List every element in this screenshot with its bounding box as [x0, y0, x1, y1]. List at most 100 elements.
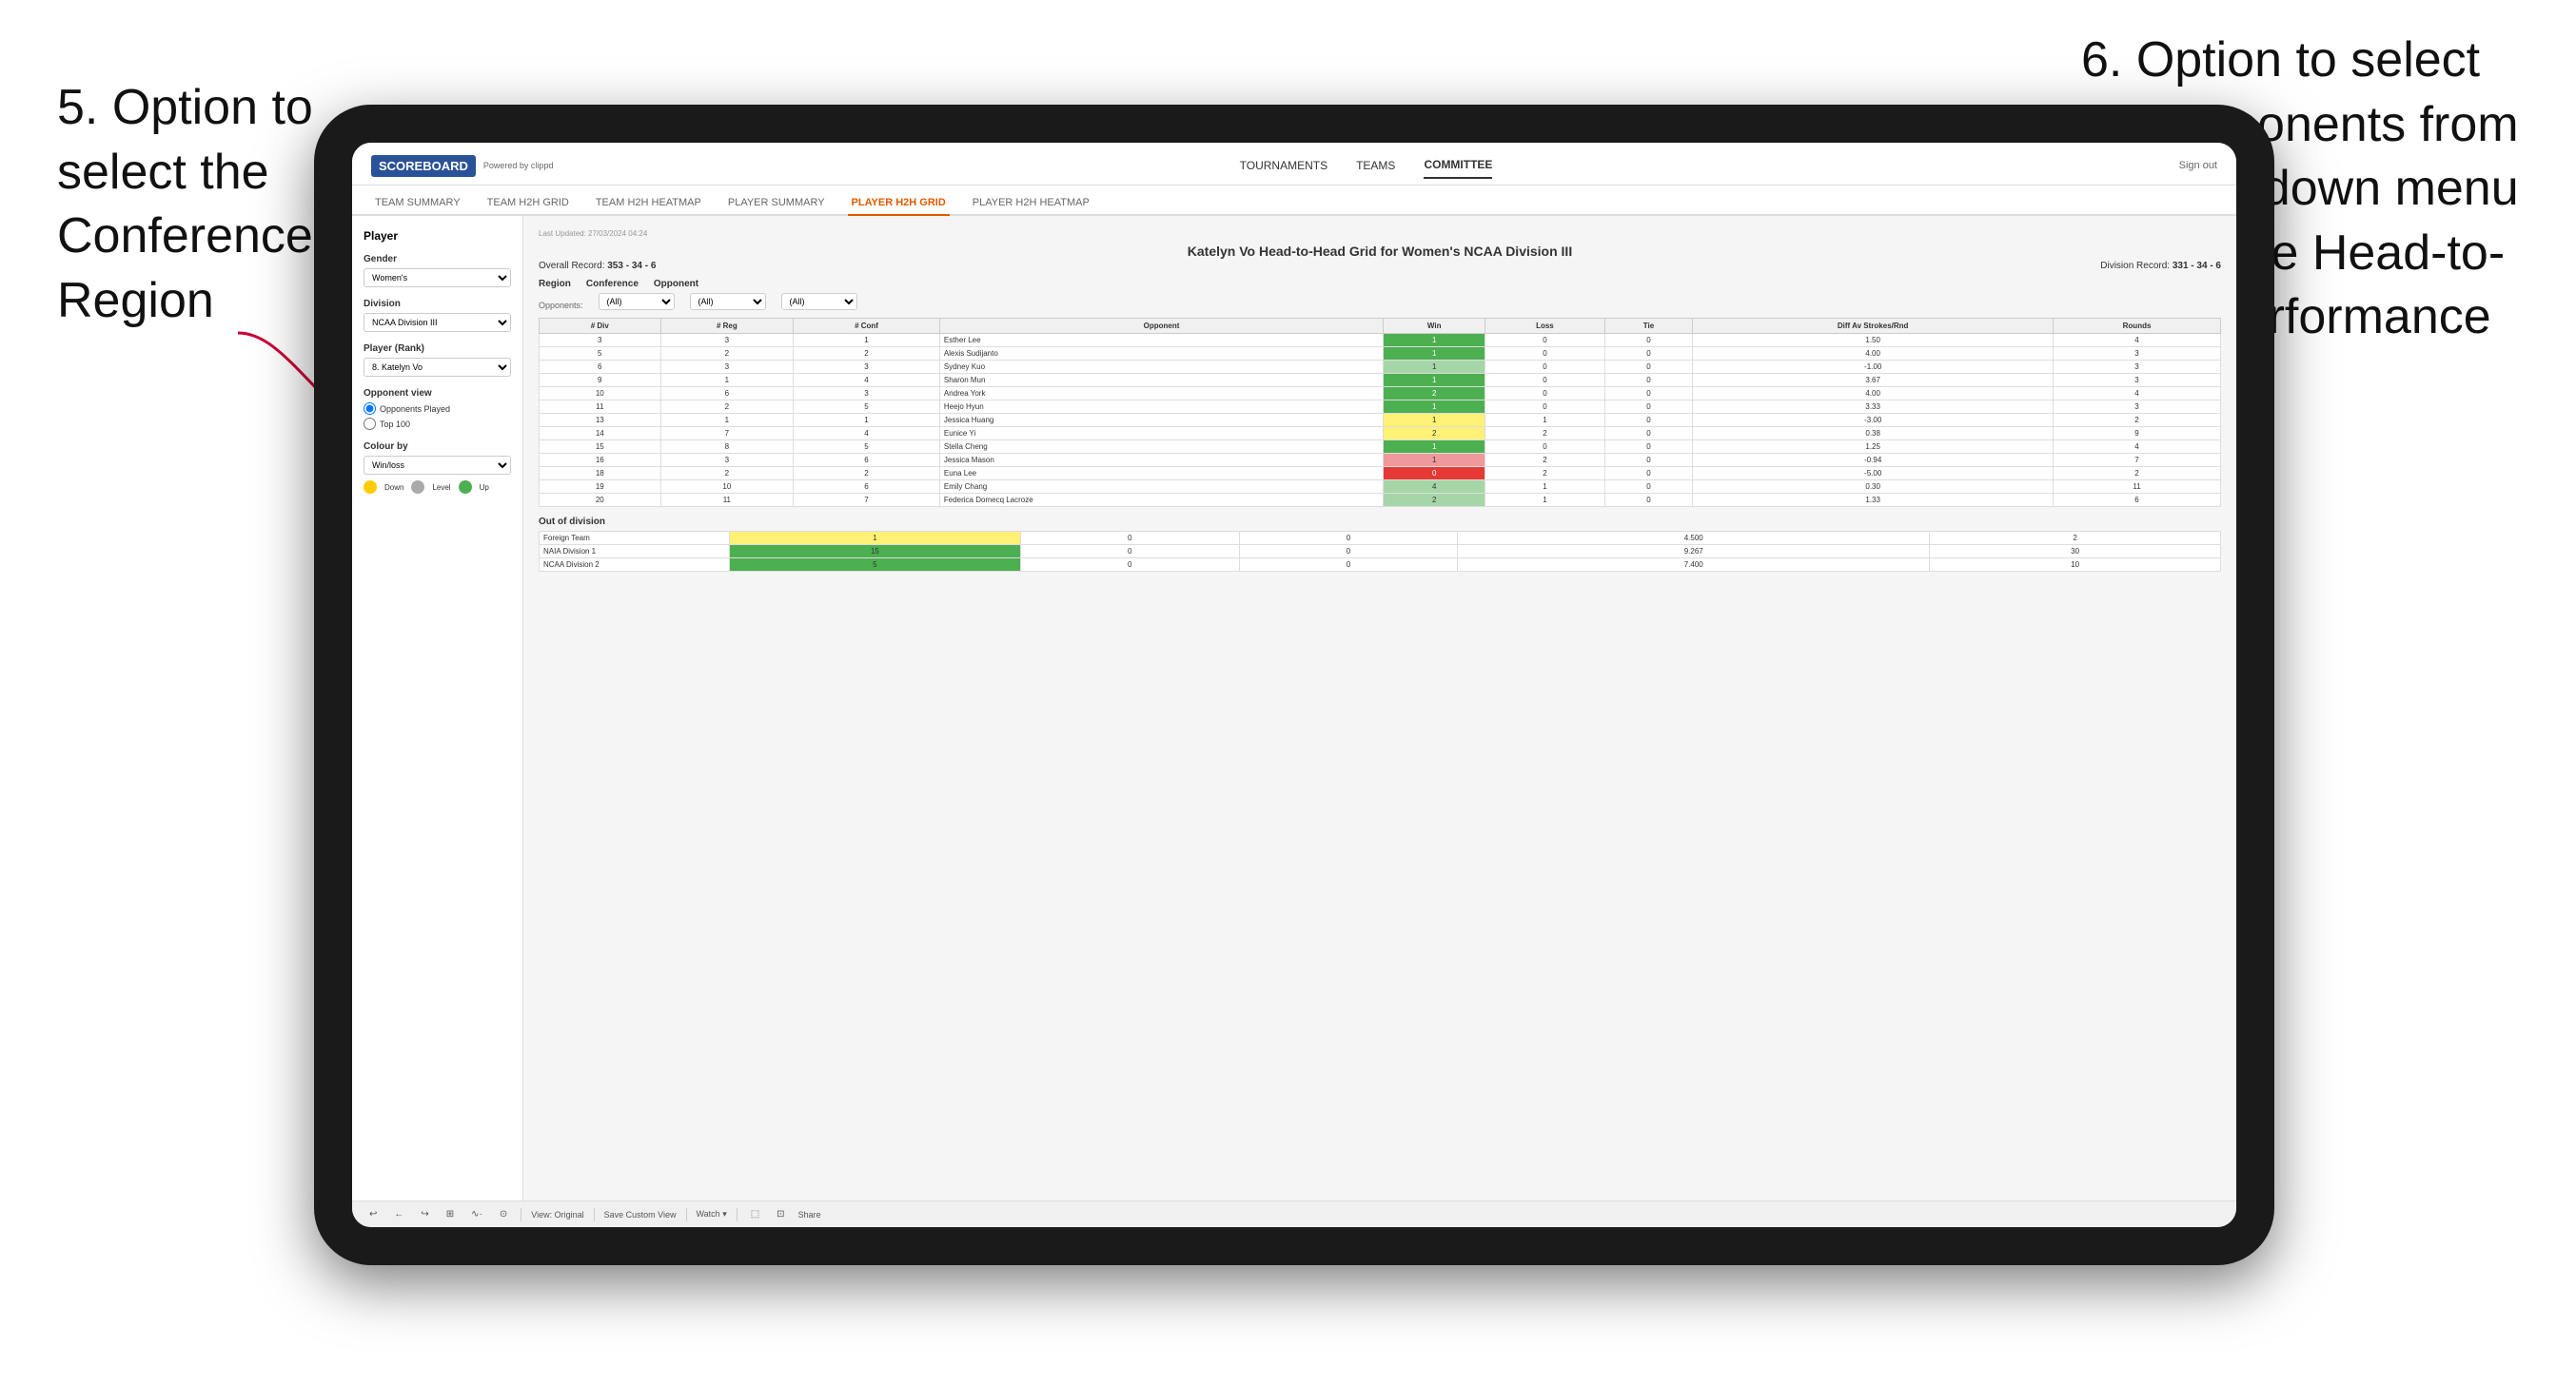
- nav-teams[interactable]: TEAMS: [1356, 153, 1395, 178]
- sub-nav-player-h2h-grid[interactable]: PLAYER H2H GRID: [848, 191, 950, 216]
- cell-rounds: 7: [2054, 454, 2221, 467]
- colour-by-label: Colour by: [364, 441, 511, 452]
- h2h-table: # Div # Reg # Conf Opponent Win Loss Tie…: [539, 318, 2221, 507]
- cell-opponent: Euna Lee: [939, 467, 1383, 480]
- toolbar-grid2[interactable]: ⊡: [773, 1207, 788, 1221]
- cell-loss: 0: [1485, 374, 1604, 387]
- col-tie: Tie: [1604, 319, 1693, 334]
- division-select[interactable]: NCAA Division III: [364, 313, 511, 332]
- toolbar-sep-2: [594, 1208, 595, 1221]
- conference-select[interactable]: (All): [690, 293, 766, 310]
- cell-diff: 3.33: [1693, 400, 2054, 414]
- cell-div: 9: [540, 374, 661, 387]
- toolbar-share[interactable]: Share: [798, 1210, 821, 1220]
- division-record-label: Division Record: 331 - 34 - 6: [2100, 261, 2221, 271]
- toolbar-redo[interactable]: ↪: [417, 1207, 432, 1221]
- cell-diff: 0.30: [1693, 480, 2054, 494]
- down-circle: [364, 480, 377, 494]
- player-rank-label: Player (Rank): [364, 343, 511, 354]
- toolbar-undo[interactable]: ↩: [365, 1207, 381, 1221]
- table-row: 3 3 1 Esther Lee 1 0 0 1.50 4: [540, 334, 2221, 347]
- sub-navigation: TEAM SUMMARY TEAM H2H GRID TEAM H2H HEAT…: [352, 185, 2236, 216]
- sub-nav-player-summary[interactable]: PLAYER SUMMARY: [724, 191, 829, 214]
- cell-diff: 7.400: [1458, 558, 1930, 572]
- col-win: Win: [1384, 319, 1485, 334]
- cell-tie: 0: [1239, 558, 1458, 572]
- cell-tie: 0: [1604, 400, 1693, 414]
- cell-opponent: Jessica Huang: [939, 414, 1383, 427]
- toolbar-sep-3: [686, 1208, 687, 1221]
- nav-tournaments[interactable]: TOURNAMENTS: [1240, 153, 1327, 178]
- content-panel: Last Updated: 27/03/2024 04:24 Katelyn V…: [523, 216, 2236, 1201]
- toolbar-share-icon[interactable]: ⬚: [747, 1207, 763, 1221]
- cell-win: 1: [1384, 414, 1485, 427]
- cell-loss: 0: [1020, 545, 1239, 558]
- tablet-screen: SCOREBOARD Powered by clippd TOURNAMENTS…: [352, 143, 2236, 1227]
- cell-div: 20: [540, 494, 661, 507]
- sub-nav-player-h2h-heatmap[interactable]: PLAYER H2H HEATMAP: [969, 191, 1093, 214]
- cell-rounds: 9: [2054, 427, 2221, 440]
- cell-diff: 1.33: [1693, 494, 2054, 507]
- cell-div: 11: [540, 400, 661, 414]
- sub-nav-team-h2h-heatmap[interactable]: TEAM H2H HEATMAP: [592, 191, 705, 214]
- cell-diff: -0.94: [1693, 454, 2054, 467]
- filter-row: Region Conference Opponent: [539, 279, 2221, 289]
- region-select[interactable]: (All): [599, 293, 675, 310]
- toolbar-grid[interactable]: ⊞: [442, 1207, 458, 1221]
- cell-conf: 1: [794, 334, 940, 347]
- cell-win: 5: [730, 558, 1021, 572]
- player-rank-select[interactable]: 8. Katelyn Vo: [364, 358, 511, 377]
- cell-rounds: 30: [1930, 545, 2221, 558]
- cell-win: 1: [1384, 334, 1485, 347]
- cell-tie: 0: [1604, 427, 1693, 440]
- brand-subtitle: Powered by clippd: [483, 161, 554, 170]
- opponent-select[interactable]: (All): [781, 293, 857, 310]
- cell-win: 1: [1384, 347, 1485, 361]
- cell-diff: 1.50: [1693, 334, 2054, 347]
- cell-reg: 1: [660, 374, 794, 387]
- table-row: 14 7 4 Eunice Yi 2 2 0 0.38 9: [540, 427, 2221, 440]
- cell-div: 5: [540, 347, 661, 361]
- cell-loss: 1: [1485, 494, 1604, 507]
- cell-win: 1: [1384, 440, 1485, 454]
- cell-opponent: NAIA Division 1: [540, 545, 730, 558]
- sub-nav-team-h2h-grid[interactable]: TEAM H2H GRID: [483, 191, 573, 214]
- top-navigation: SCOREBOARD Powered by clippd TOURNAMENTS…: [352, 143, 2236, 185]
- cell-loss: 0: [1485, 387, 1604, 400]
- toolbar-view-original[interactable]: View: Original: [531, 1210, 583, 1220]
- toolbar-wave[interactable]: ∿·: [467, 1207, 486, 1221]
- table-row: 19 10 6 Emily Chang 4 1 0 0.30 11: [540, 480, 2221, 494]
- cell-diff: -1.00: [1693, 361, 2054, 374]
- toolbar-watch[interactable]: Watch ▾: [697, 1209, 727, 1220]
- sub-nav-team-summary[interactable]: TEAM SUMMARY: [371, 191, 464, 214]
- nav-committee[interactable]: COMMITTEE: [1424, 152, 1492, 179]
- opponent-view-label: Opponent view: [364, 388, 511, 399]
- cell-win: 4: [1384, 480, 1485, 494]
- cell-loss: 1: [1485, 414, 1604, 427]
- cell-rounds: 10: [1930, 558, 2221, 572]
- cell-win: 0: [1384, 467, 1485, 480]
- cell-loss: 0: [1485, 440, 1604, 454]
- toolbar-back[interactable]: ←: [390, 1207, 407, 1221]
- opponents-played-radio[interactable]: [364, 402, 376, 415]
- toolbar-circle[interactable]: ⊙: [496, 1207, 511, 1221]
- cell-diff: 4.500: [1458, 532, 1930, 545]
- cell-tie: 0: [1604, 480, 1693, 494]
- cell-loss: 0: [1485, 400, 1604, 414]
- cell-rounds: 3: [2054, 400, 2221, 414]
- toolbar-save-custom[interactable]: Save Custom View: [604, 1210, 677, 1220]
- filter-section: Region Conference Opponent Opponents: (A…: [539, 279, 2221, 310]
- cell-win: 1: [730, 532, 1021, 545]
- cell-win: 1: [1384, 374, 1485, 387]
- cell-conf: 4: [794, 427, 940, 440]
- top100-radio[interactable]: [364, 418, 376, 430]
- sidebar: Player Gender Women's Division NCAA Divi…: [352, 216, 523, 1201]
- colour-by-select[interactable]: Win/loss: [364, 456, 511, 475]
- col-diff: Diff Av Strokes/Rnd: [1693, 319, 2054, 334]
- cell-loss: 0: [1485, 361, 1604, 374]
- division-label: Division: [364, 299, 511, 309]
- sign-out-button[interactable]: Sign out: [2179, 160, 2217, 171]
- cell-loss: 0: [1020, 532, 1239, 545]
- cell-reg: 7: [660, 427, 794, 440]
- gender-select[interactable]: Women's: [364, 268, 511, 287]
